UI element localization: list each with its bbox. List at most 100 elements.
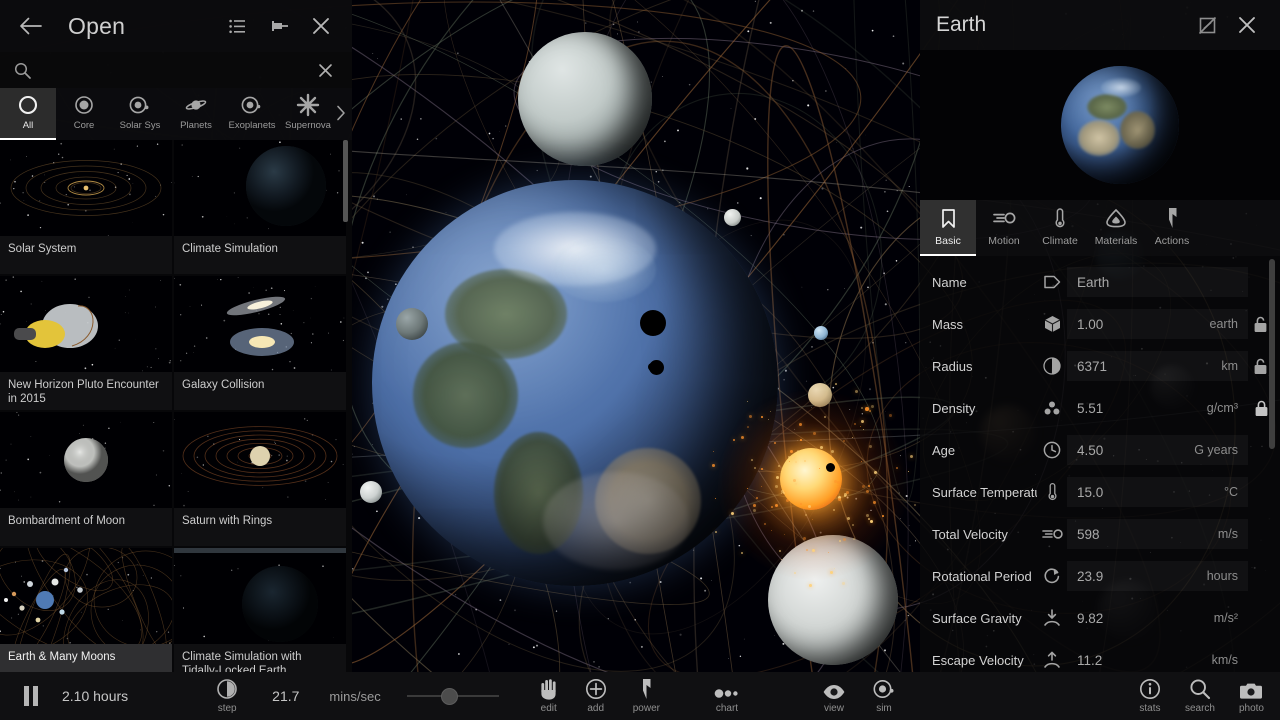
- close-icon[interactable]: [304, 9, 338, 43]
- property-label: Radius: [932, 359, 1037, 374]
- tab-materials[interactable]: Materials: [1088, 200, 1144, 256]
- chart-dots-icon: [714, 678, 740, 700]
- power-button[interactable]: power: [633, 678, 660, 714]
- search-button[interactable]: search: [1185, 678, 1215, 714]
- tool-buttons: edit add power chart: [539, 678, 896, 714]
- edit-button[interactable]: edit: [539, 678, 559, 714]
- tab-climate[interactable]: Climate: [1032, 200, 1088, 256]
- sim-button[interactable]: sim: [872, 678, 896, 714]
- open-scenes-panel: Open: [0, 0, 352, 672]
- moon-small-left[interactable]: [396, 308, 428, 340]
- category-planets[interactable]: Planets: [168, 88, 224, 140]
- scene-item[interactable]: Climate Simulation with Tidally-Locked E…: [174, 548, 346, 672]
- category-supernova[interactable]: Supernova: [280, 88, 336, 140]
- property-row[interactable]: Escape Velocity11.2km/s: [920, 639, 1280, 672]
- object-preview[interactable]: [920, 50, 1280, 200]
- thermometer-icon: [1037, 482, 1067, 502]
- rate-value[interactable]: 21.7: [272, 688, 299, 704]
- property-row[interactable]: Rotational Period 23.9hours: [920, 555, 1280, 597]
- scene-thumbnail: [0, 412, 172, 508]
- moon-tiny-upper-right[interactable]: [724, 209, 741, 226]
- scene-list-scrollbar[interactable]: [343, 140, 348, 222]
- scene-item[interactable]: Saturn with Rings: [174, 412, 346, 546]
- scene-label: New Horizon Pluto Encounter in 2015: [0, 372, 172, 410]
- tab-actions[interactable]: Actions: [1144, 200, 1200, 256]
- properties-list[interactable]: NameEarthMass1.00earth Radius 6371km Densit…: [920, 256, 1280, 672]
- no-label-icon[interactable]: [1190, 8, 1224, 42]
- property-row[interactable]: Total Velocity598m/s: [920, 513, 1280, 555]
- core-icon: [73, 92, 95, 118]
- property-field[interactable]: 1.00earth: [1067, 309, 1248, 339]
- property-field[interactable]: 11.2km/s: [1067, 645, 1248, 672]
- property-field[interactable]: 6371km: [1067, 351, 1248, 381]
- property-field[interactable]: 15.0°C: [1067, 477, 1248, 507]
- pin-icon[interactable]: [262, 9, 296, 43]
- property-field[interactable]: 5.51g/cm³: [1067, 393, 1248, 423]
- moon-small-lower-left[interactable]: [360, 481, 382, 503]
- property-field[interactable]: Earth: [1067, 267, 1248, 297]
- property-field[interactable]: 598m/s: [1067, 519, 1248, 549]
- property-label: Density: [932, 401, 1037, 416]
- right-tool-buttons: stats search photo: [1139, 678, 1264, 714]
- property-unit: m/s²: [1214, 611, 1238, 625]
- list-view-icon[interactable]: [220, 9, 254, 43]
- explosion-star[interactable]: [718, 390, 908, 580]
- category-solar-sys[interactable]: Solar Sys: [112, 88, 168, 140]
- moon-large-top[interactable]: [518, 32, 652, 166]
- back-icon[interactable]: [14, 9, 48, 43]
- property-field[interactable]: 23.9hours: [1067, 561, 1248, 591]
- property-field[interactable]: 9.82m/s²: [1067, 603, 1248, 633]
- property-row[interactable]: Radius 6371km: [920, 345, 1280, 387]
- properties-scrollbar[interactable]: [1269, 259, 1275, 449]
- close-icon[interactable]: [1230, 8, 1264, 42]
- tab-label: Actions: [1155, 235, 1189, 247]
- category-label: Core: [74, 120, 95, 131]
- scene-item[interactable]: Climate Simulation: [174, 140, 346, 274]
- lightning-icon: [639, 678, 654, 700]
- slider-knob[interactable]: [441, 688, 458, 705]
- view-button[interactable]: view: [822, 678, 846, 714]
- tool-label: add: [587, 703, 604, 714]
- property-row[interactable]: Surface Temperatu...15.0°C: [920, 471, 1280, 513]
- eclipse-shadow-dot: [649, 360, 664, 375]
- add-button[interactable]: add: [585, 678, 607, 714]
- stats-button[interactable]: stats: [1139, 678, 1161, 714]
- search-icon: [14, 62, 31, 79]
- search-input[interactable]: [41, 62, 307, 78]
- property-unit: earth: [1210, 317, 1239, 331]
- search-icon: [1189, 678, 1211, 700]
- scene-item[interactable]: Galaxy Collision: [174, 276, 346, 410]
- property-row[interactable]: NameEarth: [920, 261, 1280, 303]
- cube-icon: [1037, 315, 1067, 333]
- scene-item[interactable]: Bombardment of Moon: [0, 412, 172, 546]
- moon-tiny-blue[interactable]: [814, 326, 828, 340]
- property-row[interactable]: Surface Gravity9.82m/s²: [920, 597, 1280, 639]
- property-value: 11.2: [1077, 653, 1212, 668]
- eye-icon: [822, 678, 846, 700]
- property-row[interactable]: Mass1.00earth: [920, 303, 1280, 345]
- tool-label: search: [1185, 703, 1215, 714]
- photo-button[interactable]: photo: [1239, 678, 1264, 714]
- property-row[interactable]: Density 5.51g/cm³: [920, 387, 1280, 429]
- circle-outline-icon: [17, 92, 39, 118]
- clear-icon[interactable]: [317, 62, 334, 79]
- scene-item[interactable]: New Horizon Pluto Encounter in 2015: [0, 276, 172, 410]
- property-row[interactable]: Age4.50G years: [920, 429, 1280, 471]
- chart-button[interactable]: chart: [714, 678, 740, 714]
- category-core[interactable]: Core: [56, 88, 112, 140]
- property-field[interactable]: 4.50G years: [1067, 435, 1248, 465]
- chevron-right-icon[interactable]: [332, 102, 350, 124]
- category-all[interactable]: All: [0, 88, 56, 140]
- tab-motion[interactable]: Motion: [976, 200, 1032, 256]
- scene-list[interactable]: Solar SystemClimate Simulation New Horizo…: [0, 140, 352, 672]
- scene-item[interactable]: Earth & Many Moons: [0, 548, 172, 672]
- step-button[interactable]: step: [216, 678, 238, 714]
- property-label: Rotational Period: [932, 569, 1037, 584]
- speed-slider[interactable]: [407, 681, 499, 711]
- solar-system-icon: [128, 92, 152, 118]
- property-value: 6371: [1077, 359, 1221, 374]
- scene-item[interactable]: Solar System: [0, 140, 172, 274]
- category-exoplanets[interactable]: Exoplanets: [224, 88, 280, 140]
- pause-button[interactable]: [14, 679, 48, 713]
- tab-basic[interactable]: Basic: [920, 200, 976, 256]
